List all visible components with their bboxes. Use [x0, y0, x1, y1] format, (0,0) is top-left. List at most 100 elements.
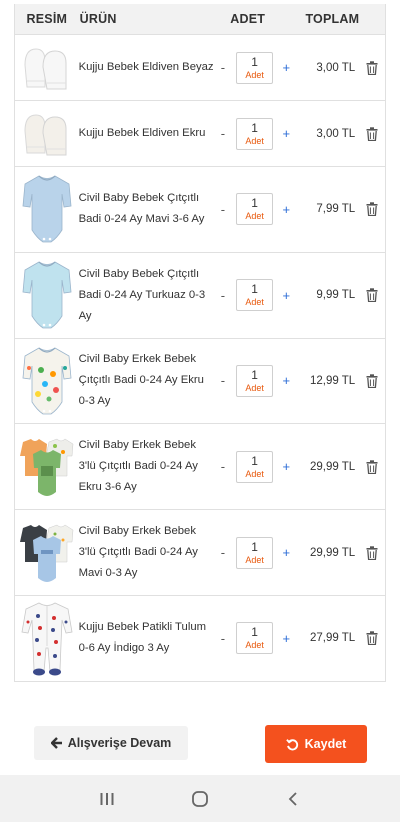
trash-icon: [366, 126, 378, 141]
table-row: Kujju Bebek Patikli Tulum 0-6 Ay İndigo …: [15, 594, 385, 681]
product-name[interactable]: Civil Baby Erkek Bebek 3'lü Çıtçıtlı Bad…: [79, 435, 216, 498]
increase-qty-button[interactable]: +: [279, 459, 294, 474]
line-total: 3,00 TL: [316, 127, 356, 140]
quantity-input[interactable]: 1 Adet: [236, 117, 273, 150]
quantity-value: 1: [251, 54, 258, 69]
quantity-value: 1: [251, 453, 258, 468]
quantity-value: 1: [251, 367, 258, 382]
increase-qty-button[interactable]: +: [279, 545, 294, 560]
quantity-input[interactable]: 1 Adet: [236, 51, 273, 84]
trash-icon: [366, 374, 378, 388]
line-total: 9,99 TL: [316, 289, 356, 302]
continue-shopping-button[interactable]: Alışverişe Devam: [34, 726, 188, 760]
quantity-input[interactable]: 1 Adet: [236, 450, 273, 483]
quantity-value: 1: [251, 120, 258, 135]
decrease-qty-button[interactable]: -: [216, 373, 231, 388]
table-row: Civil Baby Bebek Çıtçıtlı Badi 0-24 Ay T…: [15, 251, 385, 338]
increase-qty-button[interactable]: +: [279, 631, 294, 646]
product-name[interactable]: Civil Baby Bebek Çıtçıtlı Badi 0-24 Ay T…: [79, 264, 216, 327]
quantity-input[interactable]: 1 Adet: [236, 536, 273, 569]
quantity-value: 1: [251, 625, 258, 640]
cart-table: RESİM ÜRÜN ADET TOPLAM Kujju Bebek Eldiv…: [14, 4, 386, 682]
product-name[interactable]: Civil Baby Erkek Bebek Çıtçıtlı Badi 0-2…: [79, 349, 216, 412]
product-name[interactable]: Kujju Bebek Eldiven Beyaz: [79, 57, 216, 78]
delete-button[interactable]: [359, 60, 385, 75]
trash-icon: [366, 60, 378, 75]
product-image[interactable]: [15, 339, 79, 424]
increase-qty-button[interactable]: +: [279, 288, 294, 303]
line-total: 12,99 TL: [310, 374, 356, 387]
increase-qty-button[interactable]: +: [279, 126, 294, 141]
quantity-unit: Adet: [245, 69, 264, 80]
quantity-unit: Adet: [245, 297, 264, 308]
header-quantity: ADET: [230, 12, 266, 26]
header-product: ÜRÜN: [79, 12, 117, 26]
table-row: Civil Baby Bebek Çıtçıtlı Badi 0-24 Ay M…: [15, 166, 385, 252]
product-image[interactable]: [15, 596, 79, 681]
delete-button[interactable]: [359, 545, 385, 560]
quantity-stepper: - 1 Adet +: [216, 622, 294, 655]
home-button[interactable]: [180, 779, 220, 819]
quantity-unit: Adet: [245, 554, 264, 565]
quantity-stepper: - 1 Adet +: [216, 51, 294, 84]
save-label: Kaydet: [304, 737, 347, 751]
quantity-unit: Adet: [245, 382, 264, 393]
quantity-input[interactable]: 1 Adet: [236, 279, 273, 312]
increase-qty-button[interactable]: +: [279, 373, 294, 388]
quantity-stepper: - 1 Adet +: [216, 193, 294, 226]
decrease-qty-button[interactable]: -: [216, 545, 231, 560]
header-total: TOPLAM: [305, 12, 360, 26]
delete-button[interactable]: [359, 460, 385, 474]
product-name[interactable]: Kujju Bebek Patikli Tulum 0-6 Ay İndigo …: [79, 617, 216, 659]
delete-button[interactable]: [359, 202, 385, 217]
product-image[interactable]: [15, 35, 79, 100]
decrease-qty-button[interactable]: -: [216, 126, 231, 141]
product-name[interactable]: Civil Baby Bebek Çıtçıtlı Badi 0-24 Ay M…: [79, 188, 216, 230]
table-header: RESİM ÜRÜN ADET TOPLAM: [15, 4, 385, 34]
delete-button[interactable]: [359, 288, 385, 303]
product-image[interactable]: [15, 167, 79, 252]
quantity-input[interactable]: 1 Adet: [236, 622, 273, 655]
trash-icon: [366, 202, 378, 217]
quantity-stepper: - 1 Adet +: [216, 117, 294, 150]
quantity-stepper: - 1 Adet +: [216, 450, 294, 483]
quantity-input[interactable]: 1 Adet: [236, 364, 273, 397]
delete-button[interactable]: [359, 374, 385, 388]
decrease-qty-button[interactable]: -: [216, 288, 231, 303]
quantity-value: 1: [251, 196, 258, 211]
product-image[interactable]: [15, 424, 79, 509]
home-icon: [192, 790, 208, 807]
trash-icon: [366, 545, 378, 560]
increase-qty-button[interactable]: +: [279, 60, 294, 75]
decrease-qty-button[interactable]: -: [216, 202, 231, 217]
decrease-qty-button[interactable]: -: [216, 631, 231, 646]
save-button[interactable]: Kaydet: [265, 725, 367, 763]
header-image: RESİM: [26, 12, 68, 26]
continue-shopping-label: Alışverişe Devam: [67, 736, 172, 750]
product-image[interactable]: [15, 253, 79, 338]
trash-icon: [366, 460, 378, 474]
product-image[interactable]: [15, 510, 79, 595]
quantity-value: 1: [251, 282, 258, 297]
delete-button[interactable]: [359, 126, 385, 141]
product-name[interactable]: Kujju Bebek Eldiven Ekru: [79, 123, 216, 144]
recent-apps-button[interactable]: [87, 779, 127, 819]
line-total: 7,99 TL: [316, 203, 356, 216]
quantity-unit: Adet: [245, 135, 264, 146]
quantity-unit: Adet: [245, 211, 264, 222]
arrow-left-icon: [50, 737, 62, 749]
line-total: 3,00 TL: [316, 61, 356, 74]
increase-qty-button[interactable]: +: [279, 202, 294, 217]
quantity-stepper: - 1 Adet +: [216, 279, 294, 312]
quantity-input[interactable]: 1 Adet: [236, 193, 273, 226]
back-chevron-icon: [289, 791, 297, 806]
delete-button[interactable]: [359, 631, 385, 646]
decrease-qty-button[interactable]: -: [216, 459, 231, 474]
product-image[interactable]: [15, 101, 79, 166]
product-name[interactable]: Civil Baby Erkek Bebek 3'lü Çıtçıtlı Bad…: [79, 521, 216, 584]
recent-apps-icon: [100, 792, 114, 805]
back-button[interactable]: [273, 779, 313, 819]
line-total: 29,99 TL: [310, 460, 356, 473]
table-row: Kujju Bebek Eldiven Beyaz - 1 Adet + 3,0…: [15, 34, 385, 100]
decrease-qty-button[interactable]: -: [216, 60, 231, 75]
